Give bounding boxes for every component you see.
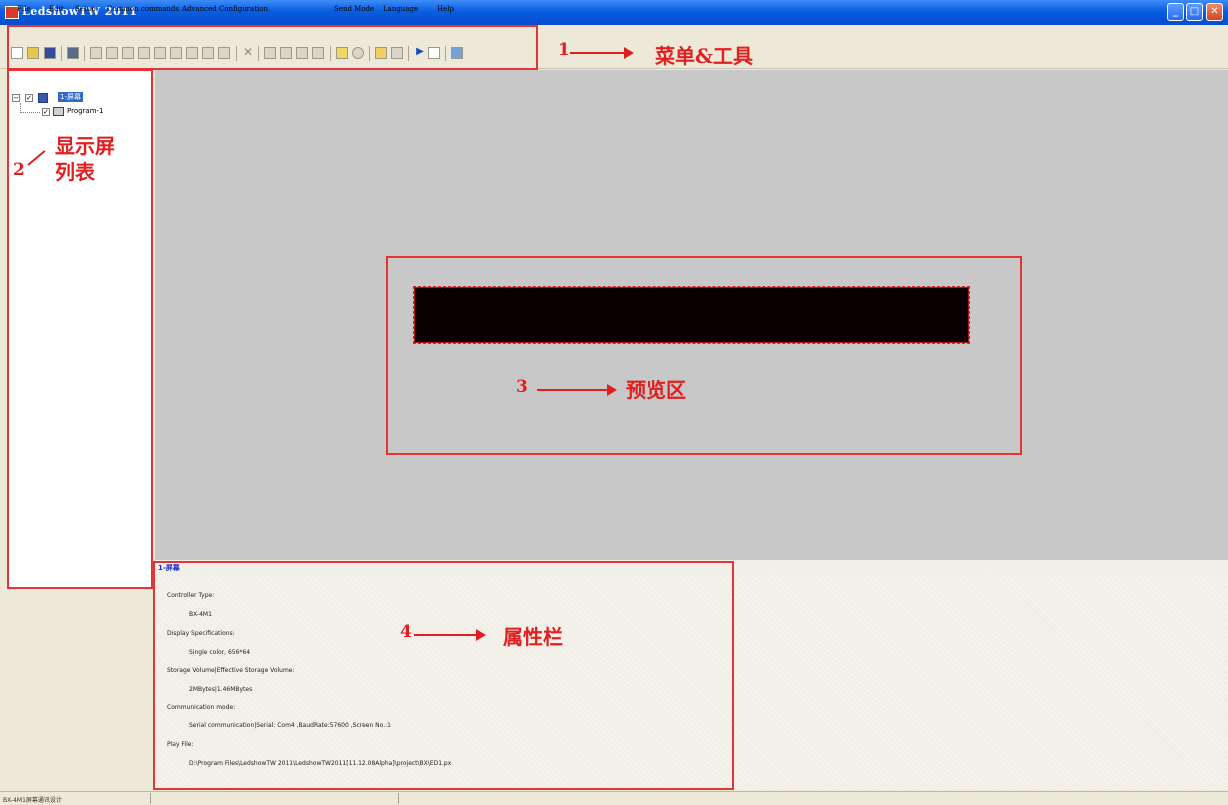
menu-common-commands[interactable]: Common commands bbox=[107, 5, 179, 13]
close-button[interactable]: ✕ bbox=[1206, 3, 1223, 21]
annotation-number-2: 2 bbox=[13, 160, 25, 180]
annotation-menu-tools: 菜单&工具 bbox=[655, 44, 754, 68]
annotation-arrowhead bbox=[624, 47, 634, 59]
menu-help[interactable]: Help bbox=[437, 5, 454, 13]
status-separator bbox=[150, 793, 151, 804]
minimize-button[interactable]: _ bbox=[1167, 3, 1184, 21]
maximize-button[interactable]: □ bbox=[1186, 3, 1203, 21]
status-text: BX-4M1屏幕通讯设计 bbox=[3, 797, 62, 804]
menu-edit[interactable]: Edit bbox=[49, 5, 64, 13]
annotation-properties-bar: 属性栏 bbox=[503, 625, 563, 649]
menu-send-mode[interactable]: Send Mode bbox=[334, 5, 374, 13]
annotation-number-4: 4 bbox=[400, 622, 412, 642]
menu-language[interactable]: Language bbox=[383, 5, 418, 13]
annotation-box-properties bbox=[153, 561, 734, 790]
annotation-screen-list-line2: 列表 bbox=[55, 160, 95, 184]
annotation-box-preview bbox=[386, 256, 1022, 455]
annotation-arrow bbox=[414, 634, 478, 636]
annotation-number-3: 3 bbox=[516, 377, 528, 397]
annotation-box-menu bbox=[7, 25, 538, 70]
annotation-arrow bbox=[570, 52, 626, 54]
left-bottom-panel bbox=[0, 590, 155, 790]
menu-setup[interactable]: Setup bbox=[75, 5, 96, 13]
annotation-number-1: 1 bbox=[558, 40, 570, 60]
annotation-arrowhead bbox=[476, 629, 486, 641]
status-separator bbox=[398, 793, 399, 804]
menu-advanced-configuration[interactable]: Advanced Configuration bbox=[182, 5, 268, 13]
annotation-arrowhead bbox=[607, 384, 617, 396]
annotation-preview-area: 预览区 bbox=[626, 378, 686, 402]
menu-file[interactable]: File bbox=[17, 5, 30, 13]
status-bar bbox=[0, 791, 1228, 805]
annotation-screen-list-line1: 显示屏 bbox=[55, 134, 115, 158]
annotation-arrow bbox=[537, 389, 609, 391]
